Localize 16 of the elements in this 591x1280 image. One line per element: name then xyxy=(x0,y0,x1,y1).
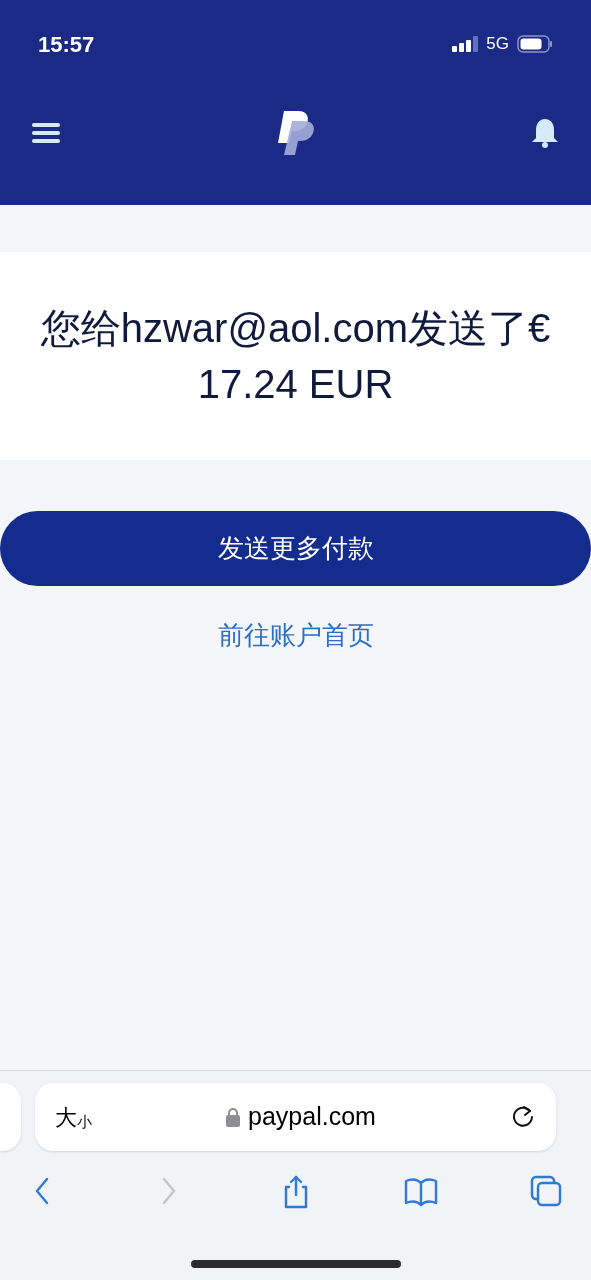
confirmation-heading: 您给hzwar@aol.com发送了€ 17.24 EUR xyxy=(40,305,551,408)
status-time: 15:57 xyxy=(38,30,95,59)
tabs-icon[interactable] xyxy=(528,1173,564,1209)
reload-icon[interactable] xyxy=(510,1104,536,1130)
logo-icon xyxy=(275,108,316,157)
menu-icon xyxy=(31,121,61,144)
address-bar[interactable]: 大小 paypal.com xyxy=(35,1083,556,1151)
account-home-link[interactable]: 前往账户首页 xyxy=(217,616,374,655)
lock-icon xyxy=(226,1107,241,1127)
send-more-button[interactable]: 发送更多付款 xyxy=(0,511,591,586)
text-size-button[interactable]: 大小 xyxy=(55,1100,92,1134)
signal-icon xyxy=(452,36,479,52)
battery-icon xyxy=(517,35,553,53)
url-text: paypal.com xyxy=(248,1101,376,1133)
network-label: 5G xyxy=(486,33,509,56)
bell-icon xyxy=(530,116,560,149)
